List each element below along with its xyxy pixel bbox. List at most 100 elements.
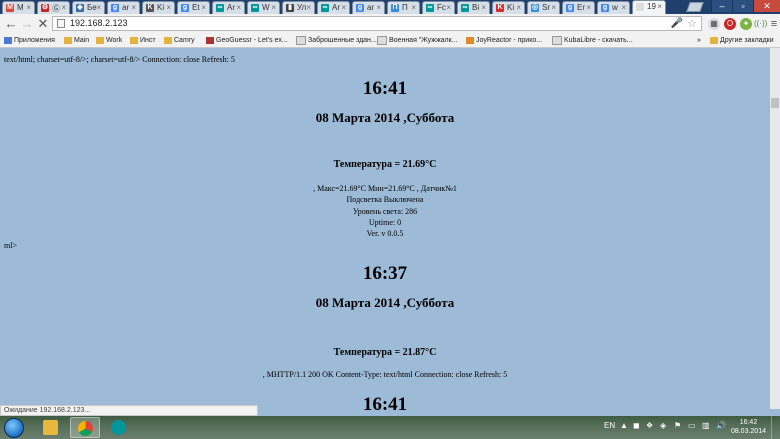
tab-favicon-icon: ▮ bbox=[286, 4, 294, 12]
tab-close-icon[interactable]: × bbox=[586, 3, 591, 12]
minimize-button[interactable]: – bbox=[711, 0, 732, 12]
show-desktop-button[interactable] bbox=[771, 416, 780, 439]
address-bar-url[interactable]: 192.168.2.123 bbox=[70, 18, 128, 28]
feed-icon[interactable]: ((·)) bbox=[754, 18, 767, 30]
tab-favicon-icon: K bbox=[146, 4, 154, 12]
browser-tab[interactable]: ∞ Ar × bbox=[212, 1, 245, 14]
other-bookmarks[interactable]: Другие закладки bbox=[710, 35, 774, 46]
browser-tab[interactable]: g ar × bbox=[107, 1, 140, 14]
bookmark-item[interactable]: KubaLibre - скачать... bbox=[552, 35, 633, 46]
tab-close-icon[interactable]: × bbox=[306, 3, 311, 12]
browser-tab[interactable]: ∞ W × bbox=[247, 1, 280, 14]
stop-loading-button[interactable]: ✕ bbox=[36, 17, 50, 31]
bookmark-item[interactable]: Заброшенные здан... bbox=[296, 35, 377, 46]
browser-tab[interactable]: ▮ Ул × bbox=[282, 1, 315, 14]
browser-tab[interactable]: g w × bbox=[597, 1, 630, 14]
network-icon[interactable]: ▥ bbox=[702, 421, 710, 430]
clock-time-taskbar: 16:42 bbox=[739, 419, 758, 426]
browser-tab[interactable]: ⚙ Ⓖ × bbox=[37, 1, 70, 14]
bookmark-label: Приложения bbox=[14, 37, 55, 44]
bookmark-star-icon[interactable]: ☆ bbox=[687, 17, 697, 30]
maximize-button[interactable]: ▫ bbox=[732, 0, 753, 12]
system-clock[interactable]: 16:42 08.03.2014 bbox=[731, 418, 766, 436]
browser-tab[interactable]: ◎ Sr × bbox=[527, 1, 560, 14]
tab-close-icon[interactable]: × bbox=[201, 3, 206, 12]
tab-close-icon[interactable]: × bbox=[271, 3, 276, 12]
start-button[interactable] bbox=[4, 418, 24, 438]
browser-tab[interactable]: K Ki × bbox=[142, 1, 175, 14]
tab-close-icon[interactable]: × bbox=[621, 3, 626, 12]
tab-close-icon[interactable]: × bbox=[376, 3, 381, 12]
tab-close-icon[interactable]: × bbox=[131, 3, 136, 12]
bookmarks-bar: » Другие закладки Приложения Main Work Инст… bbox=[0, 34, 780, 48]
clock-date: 08 Марта 2014 ,Суббота bbox=[315, 110, 455, 125]
tab-favicon-icon: ◎ bbox=[531, 4, 539, 12]
tray-app-icon[interactable]: ◼ bbox=[633, 421, 640, 430]
tab-favicon-icon: M bbox=[6, 4, 14, 12]
browser-tab[interactable]: K Ki × bbox=[492, 1, 525, 14]
volume-icon[interactable]: 🔊 bbox=[716, 421, 726, 430]
browser-tab[interactable]: 19 × bbox=[632, 0, 666, 14]
browser-tab[interactable]: M M × bbox=[2, 1, 35, 14]
taskbar-explorer[interactable] bbox=[36, 417, 66, 438]
bookmark-item[interactable]: Военная "Жужжалк... bbox=[377, 35, 458, 46]
back-button[interactable]: ← bbox=[4, 17, 18, 31]
bookmark-item[interactable]: Work bbox=[96, 35, 122, 46]
bookmark-item[interactable]: Main bbox=[64, 35, 89, 46]
browser-tab[interactable]: ∞ Bi × bbox=[457, 1, 490, 14]
version: Ver. v 0.0.5 bbox=[366, 229, 404, 238]
bookmark-item[interactable]: Camry bbox=[164, 35, 195, 46]
bookmark-item[interactable]: Инст bbox=[130, 35, 156, 46]
new-tab-button[interactable] bbox=[686, 2, 704, 12]
browser-tab[interactable]: g Et × bbox=[177, 1, 210, 14]
browser-tab[interactable]: g Er × bbox=[562, 1, 595, 14]
clock-date-2: 08 Марта 2014 ,Суббота bbox=[315, 295, 455, 310]
menu-icon[interactable]: ≡ bbox=[768, 18, 780, 30]
language-indicator[interactable]: EN bbox=[604, 421, 615, 430]
tab-close-icon[interactable]: × bbox=[341, 3, 346, 12]
dropbox-icon[interactable]: ❖ bbox=[646, 421, 653, 430]
tab-close-icon[interactable]: × bbox=[516, 3, 521, 12]
tab-favicon-icon: g bbox=[601, 4, 609, 12]
tab-close-icon[interactable]: × bbox=[551, 3, 556, 12]
page-icon bbox=[57, 19, 65, 28]
taskbar-arduino[interactable] bbox=[104, 417, 134, 438]
tab-close-icon[interactable]: × bbox=[657, 2, 662, 11]
tab-close-icon[interactable]: × bbox=[96, 3, 101, 12]
browser-tab[interactable]: ∞ Ar × bbox=[317, 1, 350, 14]
tab-close-icon[interactable]: × bbox=[236, 3, 241, 12]
flag-icon[interactable]: ⚑ bbox=[674, 421, 681, 430]
tab-favicon-icon: ∞ bbox=[426, 4, 434, 12]
close-window-button[interactable]: ✕ bbox=[753, 0, 780, 12]
page-scrollbar[interactable] bbox=[770, 48, 780, 409]
bookmark-item[interactable]: Приложения bbox=[4, 35, 55, 46]
browser-tab[interactable]: ◆ Бе × bbox=[72, 1, 105, 14]
taskbar-chrome[interactable] bbox=[70, 417, 100, 438]
tab-close-icon[interactable]: × bbox=[446, 3, 451, 12]
tray-app-icon-2[interactable]: ◈ bbox=[660, 421, 666, 430]
bookmark-label: Военная "Жужжалк... bbox=[389, 37, 458, 44]
tray-up-arrow-icon[interactable]: ▲ bbox=[620, 421, 628, 430]
browser-tab[interactable]: ∞ Fc × bbox=[422, 1, 455, 14]
android-icon[interactable]: ✦ bbox=[740, 18, 752, 30]
opera-icon[interactable]: O bbox=[724, 18, 736, 30]
bookmark-item[interactable]: GeoGuessr - Let's ex... bbox=[206, 35, 288, 46]
tab-close-icon[interactable]: × bbox=[481, 3, 486, 12]
browser-tab[interactable]: g ar × bbox=[352, 1, 385, 14]
tab-close-icon[interactable]: × bbox=[61, 3, 66, 12]
tab-close-icon[interactable]: × bbox=[26, 3, 31, 12]
tab-favicon-icon: ∞ bbox=[321, 4, 329, 12]
address-bar[interactable]: 192.168.2.123 🎤 ☆ bbox=[52, 16, 702, 31]
display-icon[interactable]: ▭ bbox=[688, 421, 696, 430]
tab-favicon-icon bbox=[636, 3, 644, 11]
browser-tab[interactable]: П П × bbox=[387, 1, 420, 14]
tab-close-icon[interactable]: × bbox=[411, 3, 416, 12]
tab-close-icon[interactable]: × bbox=[166, 3, 171, 12]
scrollbar-thumb[interactable] bbox=[771, 98, 779, 108]
bookmarks-more-button[interactable]: » bbox=[697, 35, 701, 46]
microphone-icon[interactable]: 🎤 bbox=[671, 18, 683, 29]
extension-icon[interactable]: ▦ bbox=[708, 18, 720, 30]
forward-button[interactable]: → bbox=[20, 17, 34, 31]
bookmark-item[interactable]: JoyReactor - прико... bbox=[466, 35, 542, 46]
tab-favicon-icon: ◆ bbox=[76, 4, 84, 12]
